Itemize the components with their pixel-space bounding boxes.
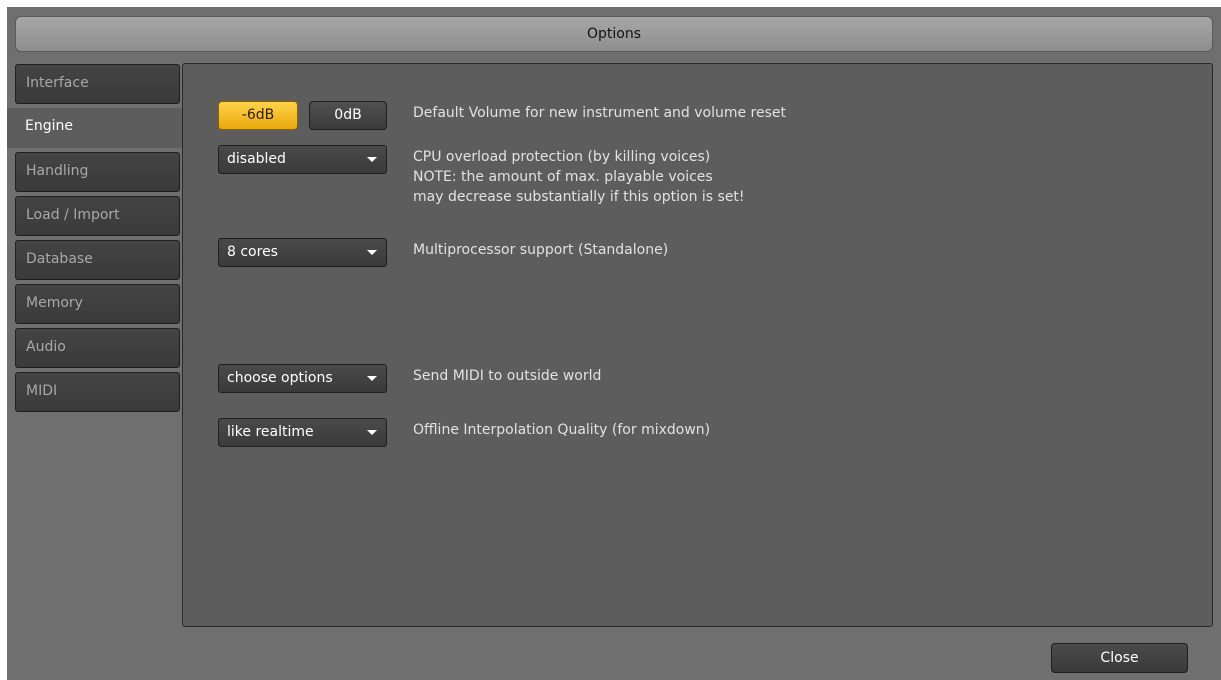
tab-engine[interactable]: Engine xyxy=(7,108,183,148)
window-title: Options xyxy=(15,16,1213,52)
chevron-down-icon xyxy=(367,376,377,381)
close-button[interactable]: Close xyxy=(1051,643,1188,673)
cpu-protection-description: CPU overload protection (by killing voic… xyxy=(413,147,745,207)
cpu-protection-value: disabled xyxy=(227,151,286,167)
zero-db-button[interactable]: 0dB xyxy=(309,101,387,130)
volume-setting-row: -6dB 0dB Default Volume for new instrume… xyxy=(218,101,786,130)
minus-6db-button[interactable]: -6dB xyxy=(218,101,298,130)
chevron-down-icon xyxy=(367,250,377,255)
tab-midi[interactable]: MIDI xyxy=(15,372,180,412)
offline-interpolation-description: Offline Interpolation Quality (for mixdo… xyxy=(413,422,711,438)
offline-interpolation-value: like realtime xyxy=(227,424,314,440)
options-window: Options Interface Engine Handling Load /… xyxy=(7,7,1221,680)
tab-handling[interactable]: Handling xyxy=(15,152,180,192)
engine-settings-panel: -6dB 0dB Default Volume for new instrume… xyxy=(182,63,1213,627)
midi-out-row: choose options Send MIDI to outside worl… xyxy=(218,364,601,393)
multiprocessor-row: 8 cores Multiprocessor support (Standalo… xyxy=(218,238,668,267)
multiprocessor-dropdown[interactable]: 8 cores xyxy=(218,238,387,267)
tab-database[interactable]: Database xyxy=(15,240,180,280)
chevron-down-icon xyxy=(367,430,377,435)
tab-audio[interactable]: Audio xyxy=(15,328,180,368)
multiprocessor-description: Multiprocessor support (Standalone) xyxy=(413,242,669,258)
cpu-protection-dropdown[interactable]: disabled xyxy=(218,145,387,174)
tab-memory[interactable]: Memory xyxy=(15,284,180,324)
options-tab-list: Interface Engine Handling Load / Import … xyxy=(7,64,183,416)
chevron-down-icon xyxy=(367,157,377,162)
cpu-protection-row: disabled CPU overload protection (by kil… xyxy=(218,145,745,207)
multiprocessor-value: 8 cores xyxy=(227,244,278,260)
cpu-protection-line-3: may decrease substantially if this optio… xyxy=(413,189,745,205)
midi-out-dropdown[interactable]: choose options xyxy=(218,364,387,393)
tab-load-import[interactable]: Load / Import xyxy=(15,196,180,236)
midi-out-description: Send MIDI to outside world xyxy=(413,368,602,384)
cpu-protection-line-2: NOTE: the amount of max. playable voices xyxy=(413,169,713,185)
tab-interface[interactable]: Interface xyxy=(15,64,180,104)
offline-interpolation-dropdown[interactable]: like realtime xyxy=(218,418,387,447)
offline-interpolation-row: like realtime Offline Interpolation Qual… xyxy=(218,418,710,447)
volume-description: Default Volume for new instrument and vo… xyxy=(413,105,787,121)
cpu-protection-line-1: CPU overload protection (by killing voic… xyxy=(413,149,711,165)
midi-out-value: choose options xyxy=(227,370,333,386)
